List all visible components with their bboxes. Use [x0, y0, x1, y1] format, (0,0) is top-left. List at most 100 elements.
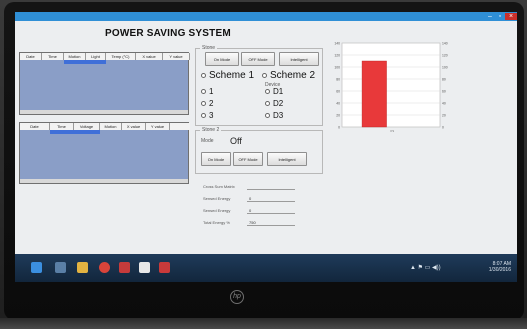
- energy-field: 0: [247, 196, 295, 202]
- column-header[interactable]: Date: [20, 53, 42, 60]
- group-label: Stone 2: [200, 127, 222, 133]
- column-header[interactable]: Y value: [146, 123, 170, 130]
- maximize-button[interactable]: ▫: [495, 13, 505, 20]
- y-tick-label-right: 0: [442, 125, 444, 129]
- y-tick-label-left: 140: [334, 41, 340, 45]
- energy-field: 0: [247, 208, 295, 214]
- y-tick-label-right: 80: [442, 77, 446, 81]
- radio-label: D3: [273, 111, 284, 120]
- radio-label: Scheme 2: [270, 70, 316, 81]
- field-label: Cross Sum Matrix: [203, 184, 235, 189]
- y-tick-label-right: 100: [442, 65, 448, 69]
- windows-icon[interactable]: [31, 262, 42, 273]
- on-mode-button[interactable]: On Mode: [205, 52, 239, 66]
- y-tick-label-left: 0: [338, 125, 340, 129]
- y-tick-label-left: 80: [336, 77, 340, 81]
- column-header[interactable]: Temp (°C): [106, 53, 136, 60]
- media-icon[interactable]: [119, 262, 130, 273]
- bar-mark: [361, 60, 387, 128]
- device-d1-radio[interactable]: D1: [265, 87, 283, 96]
- taskbar-clock[interactable]: 8:07 AM 1/30/2016: [489, 261, 511, 273]
- radio-dot: [201, 113, 206, 118]
- radio-label: 3: [209, 111, 214, 120]
- app-title: POWER SAVING SYSTEM: [105, 28, 231, 39]
- selected-row[interactable]: [50, 130, 100, 134]
- radio-dot: [265, 89, 270, 94]
- radio-label: D2: [273, 99, 284, 108]
- scheme-2-radio[interactable]: Scheme 2: [262, 70, 315, 81]
- radio-label: 1: [209, 87, 214, 96]
- screen: – ▫ × POWER SAVING SYSTEM Date Time Moti…: [15, 12, 517, 282]
- intelligent-button[interactable]: Intelligent: [279, 52, 319, 66]
- x-tick-label: P1: [390, 129, 394, 133]
- column-header[interactable]: Motion: [64, 53, 86, 60]
- minimize-button[interactable]: –: [485, 13, 495, 20]
- device-d2-radio[interactable]: D2: [265, 99, 283, 108]
- column-header[interactable]: Motion: [100, 123, 122, 130]
- field-label: Sensed Energy: [203, 196, 231, 201]
- column-header[interactable]: Voltage: [74, 123, 100, 130]
- y-tick-label-right: 20: [442, 113, 446, 117]
- field-label: Sensed Energy: [203, 208, 231, 213]
- radio-dot: [201, 89, 206, 94]
- column-header[interactable]: Y value: [163, 53, 190, 60]
- column-header[interactable]: Date: [20, 123, 50, 130]
- windows-taskbar: ▲ ⚑ ▭ ◀)) 8:07 AM 1/30/2016: [15, 254, 517, 282]
- grid-header: Date Time Voltage Motion X value Y value: [20, 123, 190, 130]
- on-mode-button-2[interactable]: On Mode: [201, 152, 231, 166]
- monitor-photo: – ▫ × POWER SAVING SYSTEM Date Time Moti…: [0, 0, 527, 329]
- intelligent-button-2[interactable]: Intelligent: [267, 152, 307, 166]
- energy-bar-chart: 0 0 20 20 40 40 60 60 80 80 100 100 120 120 140 140 P1: [334, 41, 448, 133]
- radio-label: D1: [273, 87, 284, 96]
- app-icon[interactable]: [159, 262, 170, 273]
- radio-dot: [201, 73, 206, 78]
- system-tray-icons[interactable]: ▲ ⚑ ▭ ◀)): [410, 264, 441, 271]
- off-mode-button[interactable]: OFF Mode: [241, 52, 275, 66]
- column-header[interactable]: Light: [86, 53, 106, 60]
- selected-row[interactable]: [64, 60, 106, 64]
- chart-plot-area: [341, 42, 441, 128]
- hp-logo: hp: [230, 290, 244, 304]
- energy-field: 750: [247, 220, 295, 226]
- chrome-icon[interactable]: [99, 262, 110, 273]
- window-titlebar: – ▫ ×: [15, 12, 517, 21]
- file-explorer-icon[interactable]: [55, 262, 66, 273]
- radio-dot: [265, 113, 270, 118]
- y-tick-label-left: 100: [334, 65, 340, 69]
- column-header[interactable]: X value: [122, 123, 146, 130]
- y-tick-label-left: 60: [336, 89, 340, 93]
- word-icon[interactable]: [139, 262, 150, 273]
- scheme-1-radio[interactable]: Scheme 1: [201, 70, 254, 81]
- mode-label: Mode: [201, 138, 214, 144]
- desk-surface: [0, 318, 527, 329]
- field-label: Total Energy %: [203, 220, 230, 225]
- sensor-data-grid[interactable]: Date Time Motion Light Temp (°C) X value…: [19, 52, 190, 115]
- option-1-radio[interactable]: 1: [201, 87, 213, 96]
- option-3-radio[interactable]: 3: [201, 111, 213, 120]
- y-tick-label-right: 60: [442, 89, 446, 93]
- radio-label: 2: [209, 99, 214, 108]
- radio-dot: [262, 73, 267, 78]
- horizontal-scrollbar[interactable]: [20, 179, 188, 183]
- mode-value: Off: [230, 136, 242, 146]
- radio-dot: [201, 101, 206, 106]
- option-2-radio[interactable]: 2: [201, 99, 213, 108]
- close-button[interactable]: ×: [505, 13, 517, 20]
- voltage-data-grid[interactable]: Date Time Voltage Motion X value Y value: [19, 122, 190, 184]
- folder-icon[interactable]: [77, 262, 88, 273]
- y-tick-label-left: 40: [336, 101, 340, 105]
- y-tick-label-right: 120: [442, 53, 448, 57]
- y-tick-label-right: 140: [442, 41, 448, 45]
- column-header[interactable]: Time: [42, 53, 64, 60]
- off-mode-button-2[interactable]: OFF Mode: [233, 152, 263, 166]
- y-tick-label-left: 20: [336, 113, 340, 117]
- horizontal-scrollbar[interactable]: [20, 110, 188, 114]
- grid-header: Date Time Motion Light Temp (°C) X value…: [20, 53, 190, 60]
- y-tick-label-right: 40: [442, 101, 446, 105]
- column-header[interactable]: Time: [50, 123, 74, 130]
- energy-field: [247, 184, 295, 190]
- radio-dot: [265, 101, 270, 106]
- clock-date: 1/30/2016: [488, 267, 511, 273]
- column-header[interactable]: X value: [136, 53, 163, 60]
- device-d3-radio[interactable]: D3: [265, 111, 283, 120]
